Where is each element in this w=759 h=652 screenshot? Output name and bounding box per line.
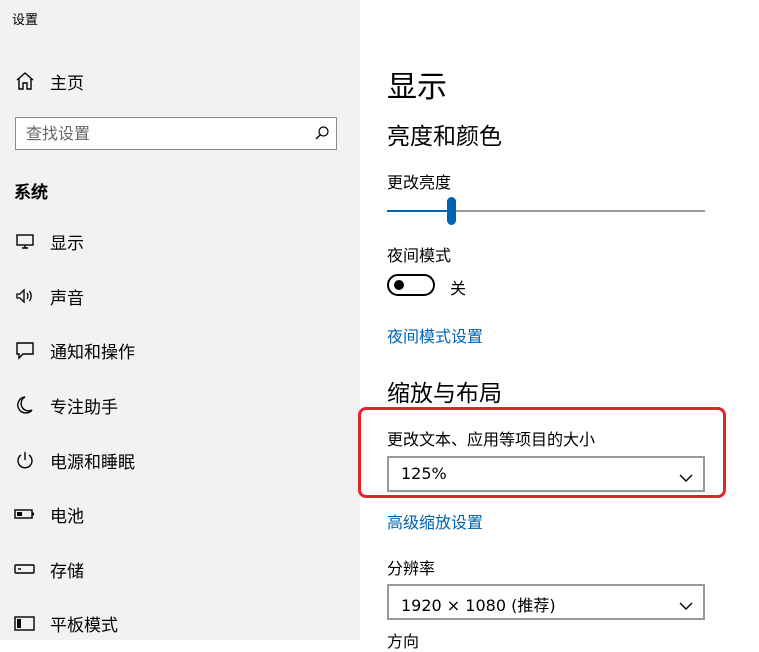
sidebar-item-label: 专注助手 bbox=[50, 397, 118, 418]
power-icon bbox=[14, 449, 36, 471]
night-mode-settings-link[interactable]: 夜间模式设置 bbox=[387, 323, 483, 347]
sidebar-item-focus-assist[interactable]: 专注助手 bbox=[0, 385, 360, 425]
brightness-slider-fill bbox=[387, 210, 451, 212]
monitor-icon bbox=[14, 230, 36, 252]
toggle-knob bbox=[394, 280, 404, 290]
orientation-label: 方向 bbox=[387, 632, 420, 651]
search-input[interactable] bbox=[26, 124, 296, 143]
brightness-label: 更改亮度 bbox=[387, 173, 452, 192]
resolution-dropdown-value: 1920 × 1080 (推荐) bbox=[401, 596, 556, 615]
scale-dropdown[interactable]: 125% bbox=[387, 456, 705, 492]
sidebar-item-label: 电源和睡眠 bbox=[50, 452, 135, 473]
search-box[interactable] bbox=[15, 117, 337, 150]
sidebar-item-label: 平板模式 bbox=[50, 615, 118, 636]
brightness-slider-thumb[interactable] bbox=[446, 197, 456, 225]
sidebar-item-label: 存储 bbox=[50, 561, 84, 582]
page-title: 显示 bbox=[387, 70, 447, 105]
sidebar-item-label: 电池 bbox=[50, 506, 84, 527]
moon-icon bbox=[14, 394, 36, 416]
section-heading-scale-layout: 缩放与布局 bbox=[387, 381, 502, 407]
sidebar-item-battery[interactable]: 电池 bbox=[0, 494, 360, 534]
sidebar-item-home[interactable]: 主页 bbox=[0, 61, 360, 101]
chevron-down-icon bbox=[679, 596, 693, 615]
brightness-slider[interactable] bbox=[387, 197, 705, 225]
section-label-system: 系统 bbox=[14, 183, 48, 203]
night-mode-toggle[interactable] bbox=[387, 274, 435, 296]
scale-dropdown-value: 125% bbox=[401, 464, 447, 483]
storage-icon bbox=[14, 558, 36, 580]
sidebar: 设置 主页 系统 显示 声音 通知和操作 专注助手 bbox=[0, 0, 360, 640]
resolution-dropdown[interactable]: 1920 × 1080 (推荐) bbox=[387, 584, 705, 620]
chevron-down-icon bbox=[679, 468, 693, 487]
main-content: 显示 亮度和颜色 更改亮度 夜间模式 关 夜间模式设置 缩放与布局 更改文本、应… bbox=[360, 0, 759, 651]
sidebar-item-label: 通知和操作 bbox=[50, 342, 135, 363]
scale-label: 更改文本、应用等项目的大小 bbox=[387, 430, 596, 449]
tablet-icon bbox=[14, 612, 36, 634]
window-title: 设置 bbox=[12, 13, 39, 28]
resolution-label: 分辨率 bbox=[387, 559, 436, 578]
night-mode-label: 夜间模式 bbox=[387, 246, 452, 265]
sidebar-item-power-sleep[interactable]: 电源和睡眠 bbox=[0, 440, 360, 480]
sidebar-item-sound[interactable]: 声音 bbox=[0, 276, 360, 316]
battery-icon bbox=[14, 503, 36, 525]
sidebar-item-notifications[interactable]: 通知和操作 bbox=[0, 330, 360, 370]
night-mode-state: 关 bbox=[450, 279, 467, 298]
advanced-scaling-link[interactable]: 高级缩放设置 bbox=[387, 509, 483, 533]
sidebar-item-label: 声音 bbox=[50, 288, 84, 309]
sidebar-item-label: 主页 bbox=[50, 73, 84, 94]
search-icon[interactable] bbox=[314, 125, 330, 145]
sidebar-item-storage[interactable]: 存储 bbox=[0, 549, 360, 589]
sidebar-item-tablet-mode[interactable]: 平板模式 bbox=[0, 603, 360, 643]
section-heading-brightness: 亮度和颜色 bbox=[387, 124, 502, 150]
speaker-icon bbox=[14, 285, 36, 307]
notification-icon bbox=[14, 339, 36, 361]
sidebar-item-display[interactable]: 显示 bbox=[0, 221, 360, 261]
sidebar-item-label: 显示 bbox=[50, 233, 84, 254]
home-icon bbox=[14, 70, 36, 92]
